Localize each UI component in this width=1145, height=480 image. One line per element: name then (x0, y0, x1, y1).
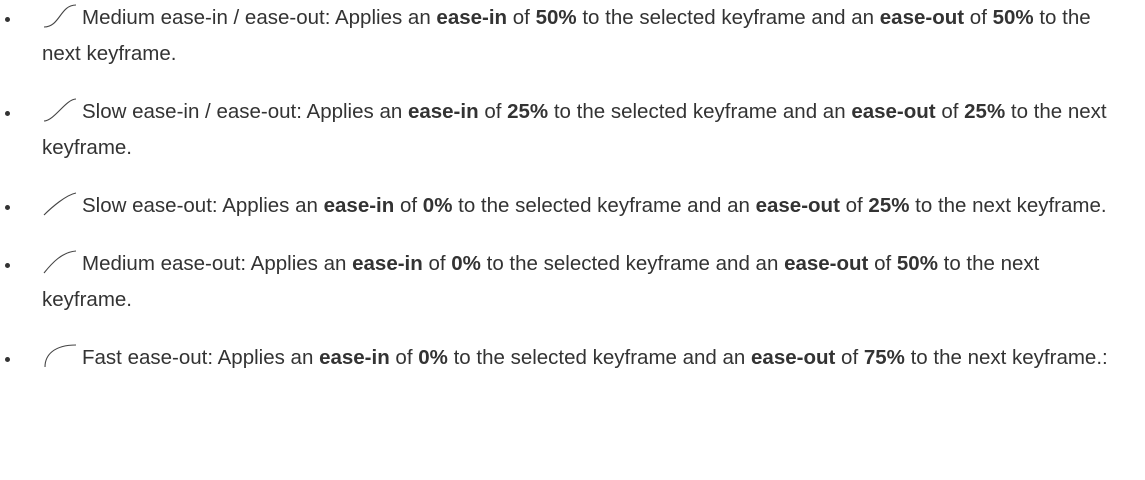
ease-out-value: 25% (964, 100, 1006, 123)
fast-ease-out-curve-icon (42, 343, 78, 369)
description-text: of (874, 252, 892, 275)
description-text: of (845, 194, 863, 217)
preset-label: Slow ease-out: (82, 194, 218, 217)
ease-out-value: 50% (992, 6, 1034, 29)
ease-preset-item-fast-ease-out: Fast ease-out: Applies an ease-in of 0% … (0, 340, 1127, 376)
description-text: to the selected keyframe and an (582, 6, 875, 29)
ease-in-value: 0% (451, 252, 481, 275)
ease-preset-item-medium-ease-out: Medium ease-out: Applies an ease-in of 0… (0, 246, 1127, 318)
preset-label: Medium ease-in / ease-out: (82, 6, 331, 29)
ease-in-value: 50% (535, 6, 577, 29)
preset-label: Medium ease-out: (82, 252, 247, 275)
description-text: Applies an (250, 252, 347, 275)
bullet-icon (5, 111, 10, 116)
slow-ease-out-curve-icon (42, 191, 78, 217)
description-text: of (395, 346, 413, 369)
ease-in-term: ease-in (323, 194, 395, 217)
ease-in-value: 25% (507, 100, 549, 123)
ease-in-term: ease-in (407, 100, 479, 123)
description-text: to the selected keyframe and an (458, 194, 750, 217)
description-text: of (428, 252, 446, 275)
description-text: of (512, 6, 530, 29)
description-text: Applies an (334, 6, 431, 29)
description-text: Applies an (217, 346, 314, 369)
ease-preset-item-medium-ease-in-out: Medium ease-in / ease-out: Applies an ea… (0, 0, 1127, 72)
ease-out-value: 75% (863, 346, 905, 369)
ease-out-term: ease-out (751, 346, 836, 369)
preset-label: Slow ease-in / ease-out: (82, 100, 302, 123)
ease-out-term: ease-out (851, 100, 936, 123)
medium-ease-out-curve-icon (42, 249, 78, 275)
bullet-icon (5, 205, 10, 210)
description-text: of (841, 346, 859, 369)
bullet-icon (5, 263, 10, 268)
description-text: of (941, 100, 959, 123)
description-text: to the selected keyframe and an (453, 346, 746, 369)
ease-preset-item-slow-ease-in-out: Slow ease-in / ease-out: Applies an ease… (0, 94, 1127, 166)
description-text: Applies an (222, 194, 318, 217)
bullet-icon (5, 357, 10, 362)
preset-label: Fast ease-out: (82, 346, 214, 369)
ease-preset-list: Medium ease-in / ease-out: Applies an ea… (0, 0, 1145, 376)
description-text: to the next keyframe. (915, 194, 1107, 217)
description-text: of (484, 100, 502, 123)
ease-out-term: ease-out (879, 6, 965, 29)
description-text: to the selected keyframe and an (553, 100, 846, 123)
ease-out-value: 50% (896, 252, 938, 275)
description-text: to the next keyframe.: (910, 346, 1108, 369)
ease-out-term: ease-out (755, 194, 840, 217)
ease-out-value: 25% (868, 194, 910, 217)
description-text: to the selected keyframe and an (486, 252, 779, 275)
ease-preset-item-slow-ease-out: Slow ease-out: Applies an ease-in of 0% … (0, 188, 1127, 224)
ease-in-value: 0% (422, 194, 453, 217)
medium-ease-in-out-curve-icon (42, 3, 78, 29)
slow-ease-in-out-curve-icon (42, 97, 78, 123)
ease-out-term: ease-out (784, 252, 869, 275)
description-text: of (399, 194, 418, 217)
ease-in-term: ease-in (319, 346, 390, 369)
description-text: Applies an (306, 100, 403, 123)
bullet-icon (5, 17, 10, 22)
ease-in-value: 0% (418, 346, 448, 369)
description-text: of (969, 6, 987, 29)
ease-in-term: ease-in (352, 252, 423, 275)
ease-in-term: ease-in (436, 6, 508, 29)
